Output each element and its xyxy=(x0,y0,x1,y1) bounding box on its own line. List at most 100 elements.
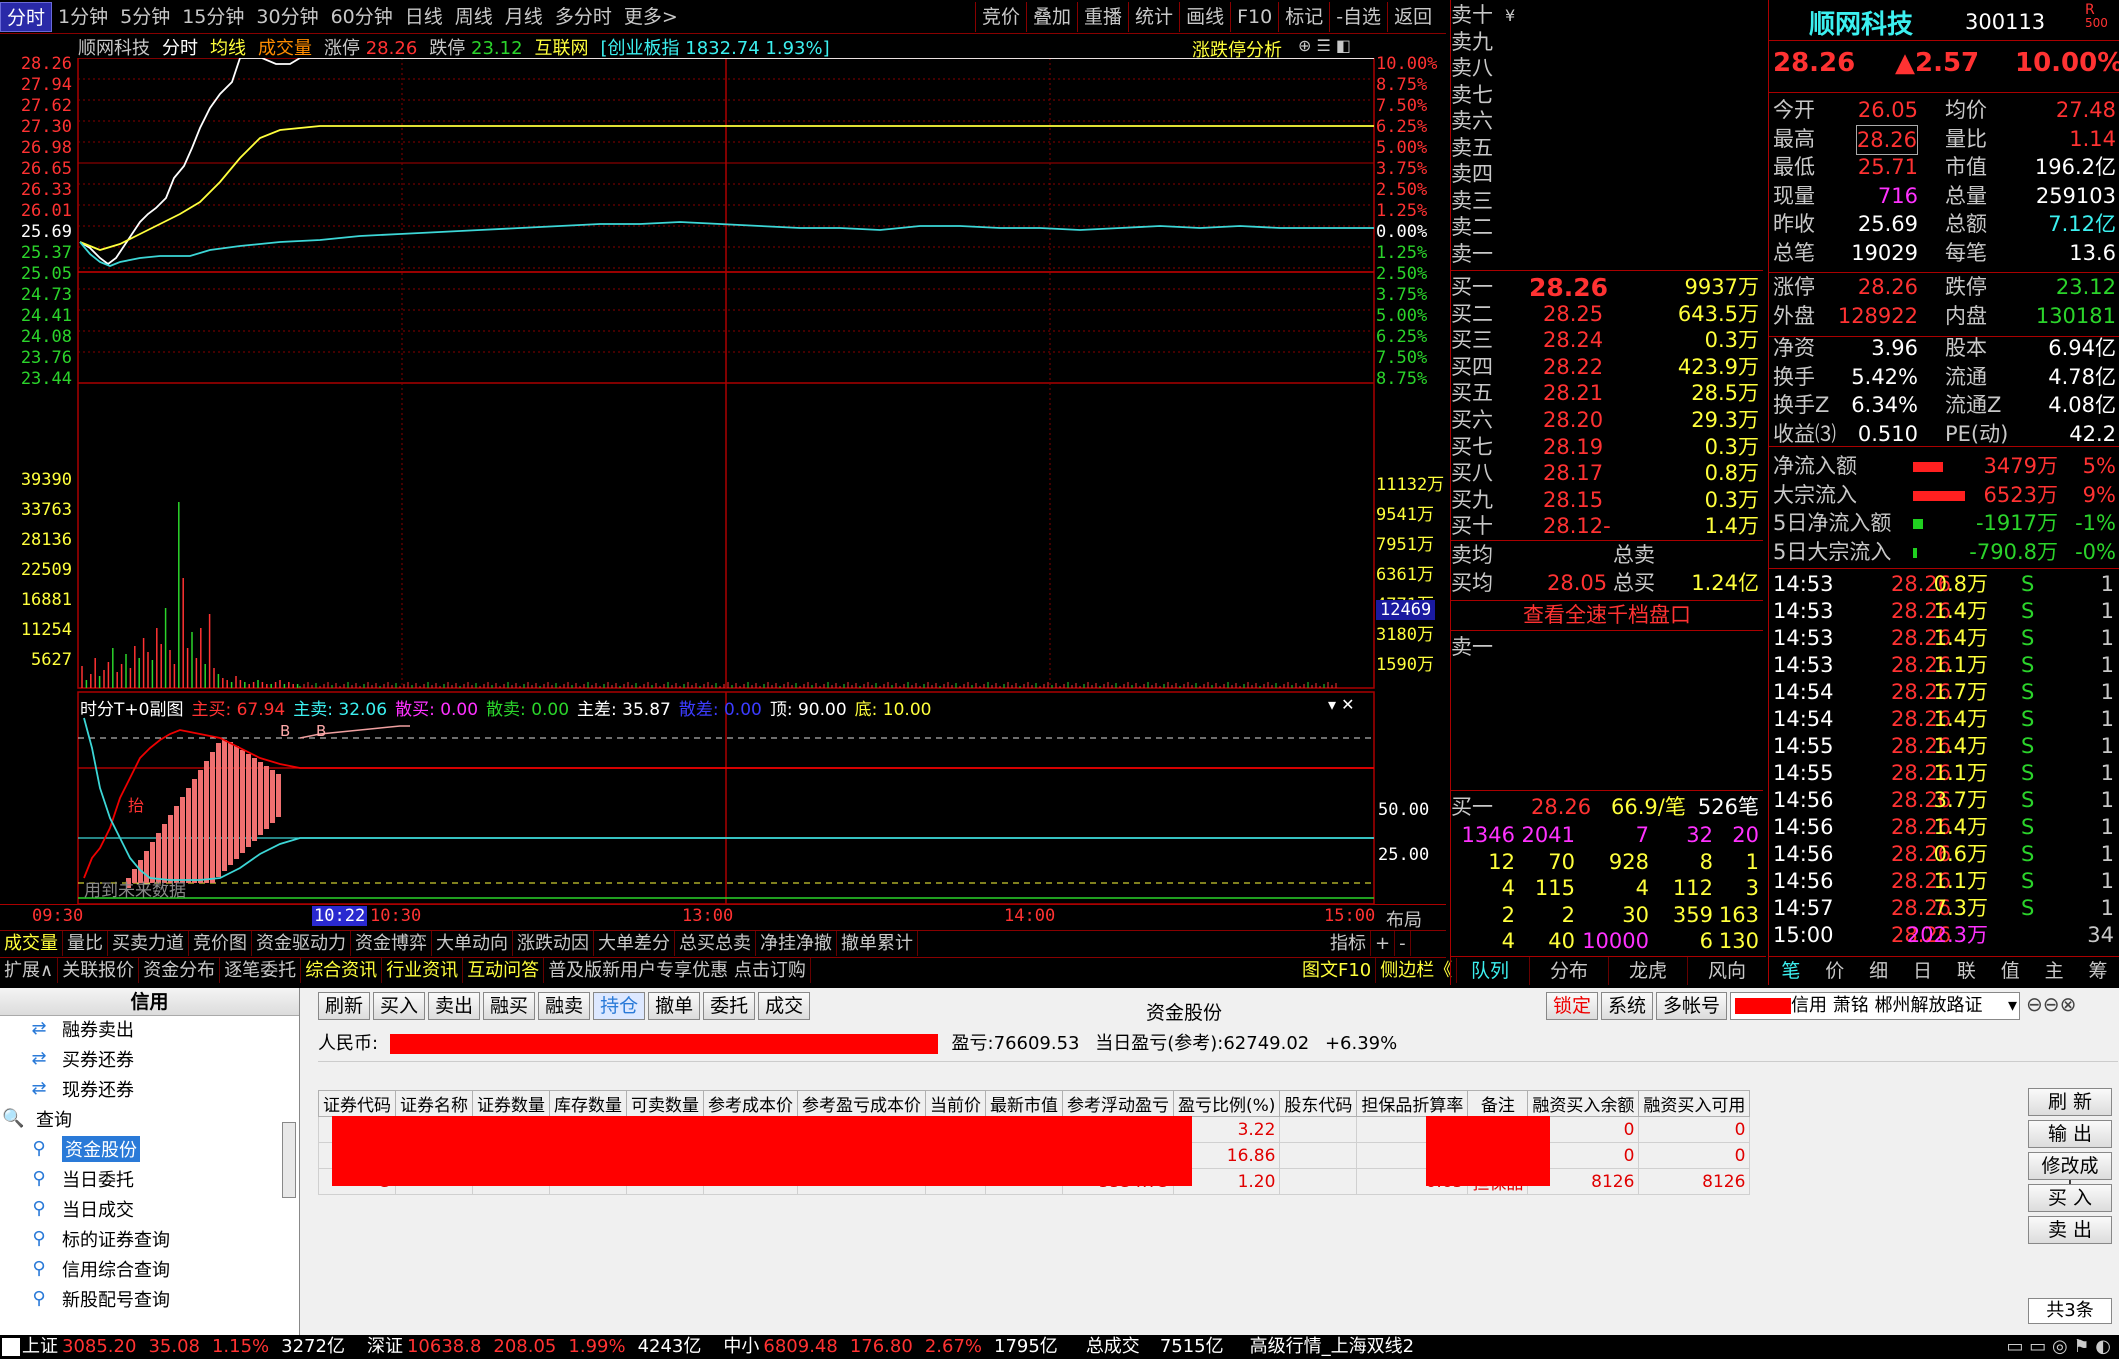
tab-daily[interactable]: 日线 xyxy=(399,2,449,32)
sell-level-row[interactable]: 卖六 xyxy=(1451,108,1763,135)
tab-volume-ratio[interactable]: 量比 xyxy=(63,931,108,956)
tab-60min[interactable]: 60分钟 xyxy=(325,2,399,32)
trade-tool-button[interactable]: 成交 xyxy=(758,992,811,1020)
indicator-button[interactable]: 指标 xyxy=(1326,931,1371,956)
tab-net-cancel[interactable]: 净挂净撤 xyxy=(756,931,837,956)
tab-multi-intraday[interactable]: 多分时 xyxy=(549,2,618,32)
tree-item[interactable]: ⇄ 融券卖出 xyxy=(28,1016,134,1042)
account-select[interactable]: 信用 萧铭 郴州解放路证 ▾ xyxy=(1730,992,2021,1020)
sell-level-row[interactable]: 卖五 xyxy=(1451,135,1763,162)
column-header[interactable]: 证券数量 xyxy=(472,1090,550,1117)
tree-item[interactable]: ⚲ 标的证券查询 xyxy=(28,1226,170,1252)
tab-related-quotes[interactable]: 关联报价 xyxy=(58,958,140,983)
sell-level-row[interactable]: 卖九 xyxy=(1451,29,1763,56)
column-header[interactable]: 可卖数量 xyxy=(626,1090,704,1117)
subchart-title[interactable]: 时分T+0副图 xyxy=(80,695,183,720)
replay-button[interactable]: 重播 xyxy=(1077,2,1128,32)
tree-item[interactable]: ⇄ 现券还券 xyxy=(28,1076,134,1102)
mark-button[interactable]: 标记 xyxy=(1278,2,1329,32)
trade-tool-button[interactable]: 买入 xyxy=(373,992,426,1020)
tab-buy-sell-power[interactable]: 买卖力道 xyxy=(108,931,189,956)
sell-level-row[interactable]: 卖一 xyxy=(1451,241,1763,268)
buy-level-row[interactable]: 买七 28.19 0.3万 xyxy=(1451,434,1763,461)
sell-level-row[interactable]: 卖四 xyxy=(1451,161,1763,188)
sidebar-toggle[interactable]: 侧边栏《 xyxy=(1376,958,1458,983)
f10-button[interactable]: F10 xyxy=(1230,2,1278,32)
column-header[interactable]: 股东代码 xyxy=(1279,1090,1358,1117)
tab-detail[interactable]: 细 xyxy=(1857,957,1901,985)
draw-button[interactable]: 画线 xyxy=(1179,2,1230,32)
side-action-button[interactable]: 卖 出 xyxy=(2028,1216,2112,1244)
tab-linked[interactable]: 联 xyxy=(1945,957,1989,985)
tree-item[interactable]: ⚲ 当日成交 xyxy=(28,1196,134,1222)
tab-move-cause[interactable]: 涨跌动因 xyxy=(513,931,594,956)
expand-button[interactable]: 扩展∧ xyxy=(0,958,59,983)
sell-level-row[interactable]: 卖三 xyxy=(1451,188,1763,215)
tab-wind[interactable]: 风向 xyxy=(1688,957,1766,985)
column-header[interactable]: 最新市值 xyxy=(985,1090,1063,1117)
tab-monthly[interactable]: 月线 xyxy=(499,2,549,32)
trade-tool-button[interactable]: 刷新 xyxy=(318,992,371,1020)
tab-intraday[interactable]: 分时 xyxy=(0,1,53,32)
tab-industry-news[interactable]: 行业资讯 xyxy=(382,958,464,983)
column-header[interactable]: 证券名称 xyxy=(395,1090,473,1117)
tree-item[interactable]: 🔍 查询 xyxy=(2,1106,72,1132)
tab-qa[interactable]: 互动问答 xyxy=(463,958,545,983)
column-header[interactable]: 盈亏比例(%) xyxy=(1172,1090,1281,1117)
tab-auction[interactable]: 竞价图 xyxy=(189,931,252,956)
tab-ticks[interactable]: 笔 xyxy=(1769,957,1813,985)
tab-big-orders[interactable]: 大单动向 xyxy=(432,931,513,956)
column-header[interactable]: 参考盈亏成本价 xyxy=(797,1090,926,1117)
column-header[interactable]: 参考成本价 xyxy=(703,1090,798,1117)
buy-level-row[interactable]: 买八 28.17 0.8万 xyxy=(1451,460,1763,487)
buy-level-row[interactable]: 买十 28.12- 1.4万 xyxy=(1451,513,1763,540)
back-button[interactable]: 返回 xyxy=(1387,2,1438,32)
trade-tool-button[interactable]: 撤单 xyxy=(648,992,701,1020)
tab-fund-game[interactable]: 资金博弈 xyxy=(351,931,432,956)
tab-volume[interactable]: 成交量 xyxy=(0,931,63,956)
tree-item[interactable]: ⚲ 资金股份 xyxy=(28,1136,140,1162)
subchart-menu-icon[interactable]: ▾ ✕ xyxy=(1328,695,1355,714)
promo-link[interactable]: 普及版新用户专享优惠 点击订购 xyxy=(544,958,811,983)
tab-price[interactable]: 价 xyxy=(1813,957,1857,985)
tree-item[interactable]: ⚲ 新股配号查询 xyxy=(28,1286,170,1312)
tab-more[interactable]: 更多> xyxy=(618,2,684,32)
lock-button[interactable]: 锁定 xyxy=(1546,992,1599,1020)
tab-total-buy-sell[interactable]: 总买总卖 xyxy=(675,931,756,956)
tab-cancel-cumulative[interactable]: 撤单累计 xyxy=(837,931,918,956)
column-header[interactable]: 融资买入可用 xyxy=(1638,1090,1751,1117)
buy-level-row[interactable]: 买一 28.26 9937万 xyxy=(1451,274,1763,301)
trade-tool-button[interactable]: 融买 xyxy=(483,992,536,1020)
column-header[interactable]: 证券代码 xyxy=(318,1090,396,1117)
tree-item[interactable]: ⚲ 信用综合查询 xyxy=(28,1256,170,1282)
tree-scrollbar[interactable] xyxy=(282,1122,296,1198)
sell-level-row[interactable]: 卖八 xyxy=(1451,55,1763,82)
tab-main[interactable]: 主 xyxy=(2032,957,2076,985)
side-action-button[interactable]: 刷 新 xyxy=(2028,1088,2112,1116)
buy-level-row[interactable]: 买五 28.21 28.5万 xyxy=(1451,380,1763,407)
trade-tool-button[interactable]: 委托 xyxy=(703,992,756,1020)
status-icons[interactable]: ▭ ▭ ◎ ⚑ ◐ xyxy=(2007,1335,2111,1359)
tab-15min[interactable]: 15分钟 xyxy=(176,2,250,32)
column-header[interactable]: 参考浮动盈亏 xyxy=(1062,1090,1174,1117)
side-action-button[interactable]: 修改成本 xyxy=(2028,1152,2112,1201)
sector-link[interactable]: 互联网 xyxy=(535,34,589,60)
add-pane-button[interactable]: + xyxy=(1371,931,1396,956)
column-header[interactable]: 库存数量 xyxy=(549,1090,627,1117)
column-header[interactable]: 备注 xyxy=(1467,1090,1529,1117)
tab-5min[interactable]: 5分钟 xyxy=(114,2,176,32)
sell-level-row[interactable]: 卖二 xyxy=(1451,214,1763,241)
tab-weekly[interactable]: 周线 xyxy=(449,2,499,32)
side-action-button[interactable]: 买 入 xyxy=(2028,1184,2112,1212)
buy-level-row[interactable]: 买九 28.15 0.3万 xyxy=(1451,487,1763,514)
remove-watchlist-button[interactable]: -自选 xyxy=(1329,2,1387,32)
window-controls-icon[interactable]: ⊖⊖⊗ xyxy=(2026,992,2076,1020)
buy-level-row[interactable]: 买三 28.24 0.3万 xyxy=(1451,327,1763,354)
side-action-button[interactable]: 输 出 xyxy=(2028,1120,2112,1148)
buy-level-row[interactable]: 买二 28.25 643.5万 xyxy=(1451,301,1763,328)
layout-button[interactable]: 布局 xyxy=(1386,906,1422,932)
tab-big-order-diff[interactable]: 大单差分 xyxy=(594,931,675,956)
auction-button[interactable]: 竞价 xyxy=(975,2,1026,32)
column-header[interactable]: 当前价 xyxy=(925,1090,986,1117)
remove-pane-button[interactable]: - xyxy=(1395,931,1411,956)
